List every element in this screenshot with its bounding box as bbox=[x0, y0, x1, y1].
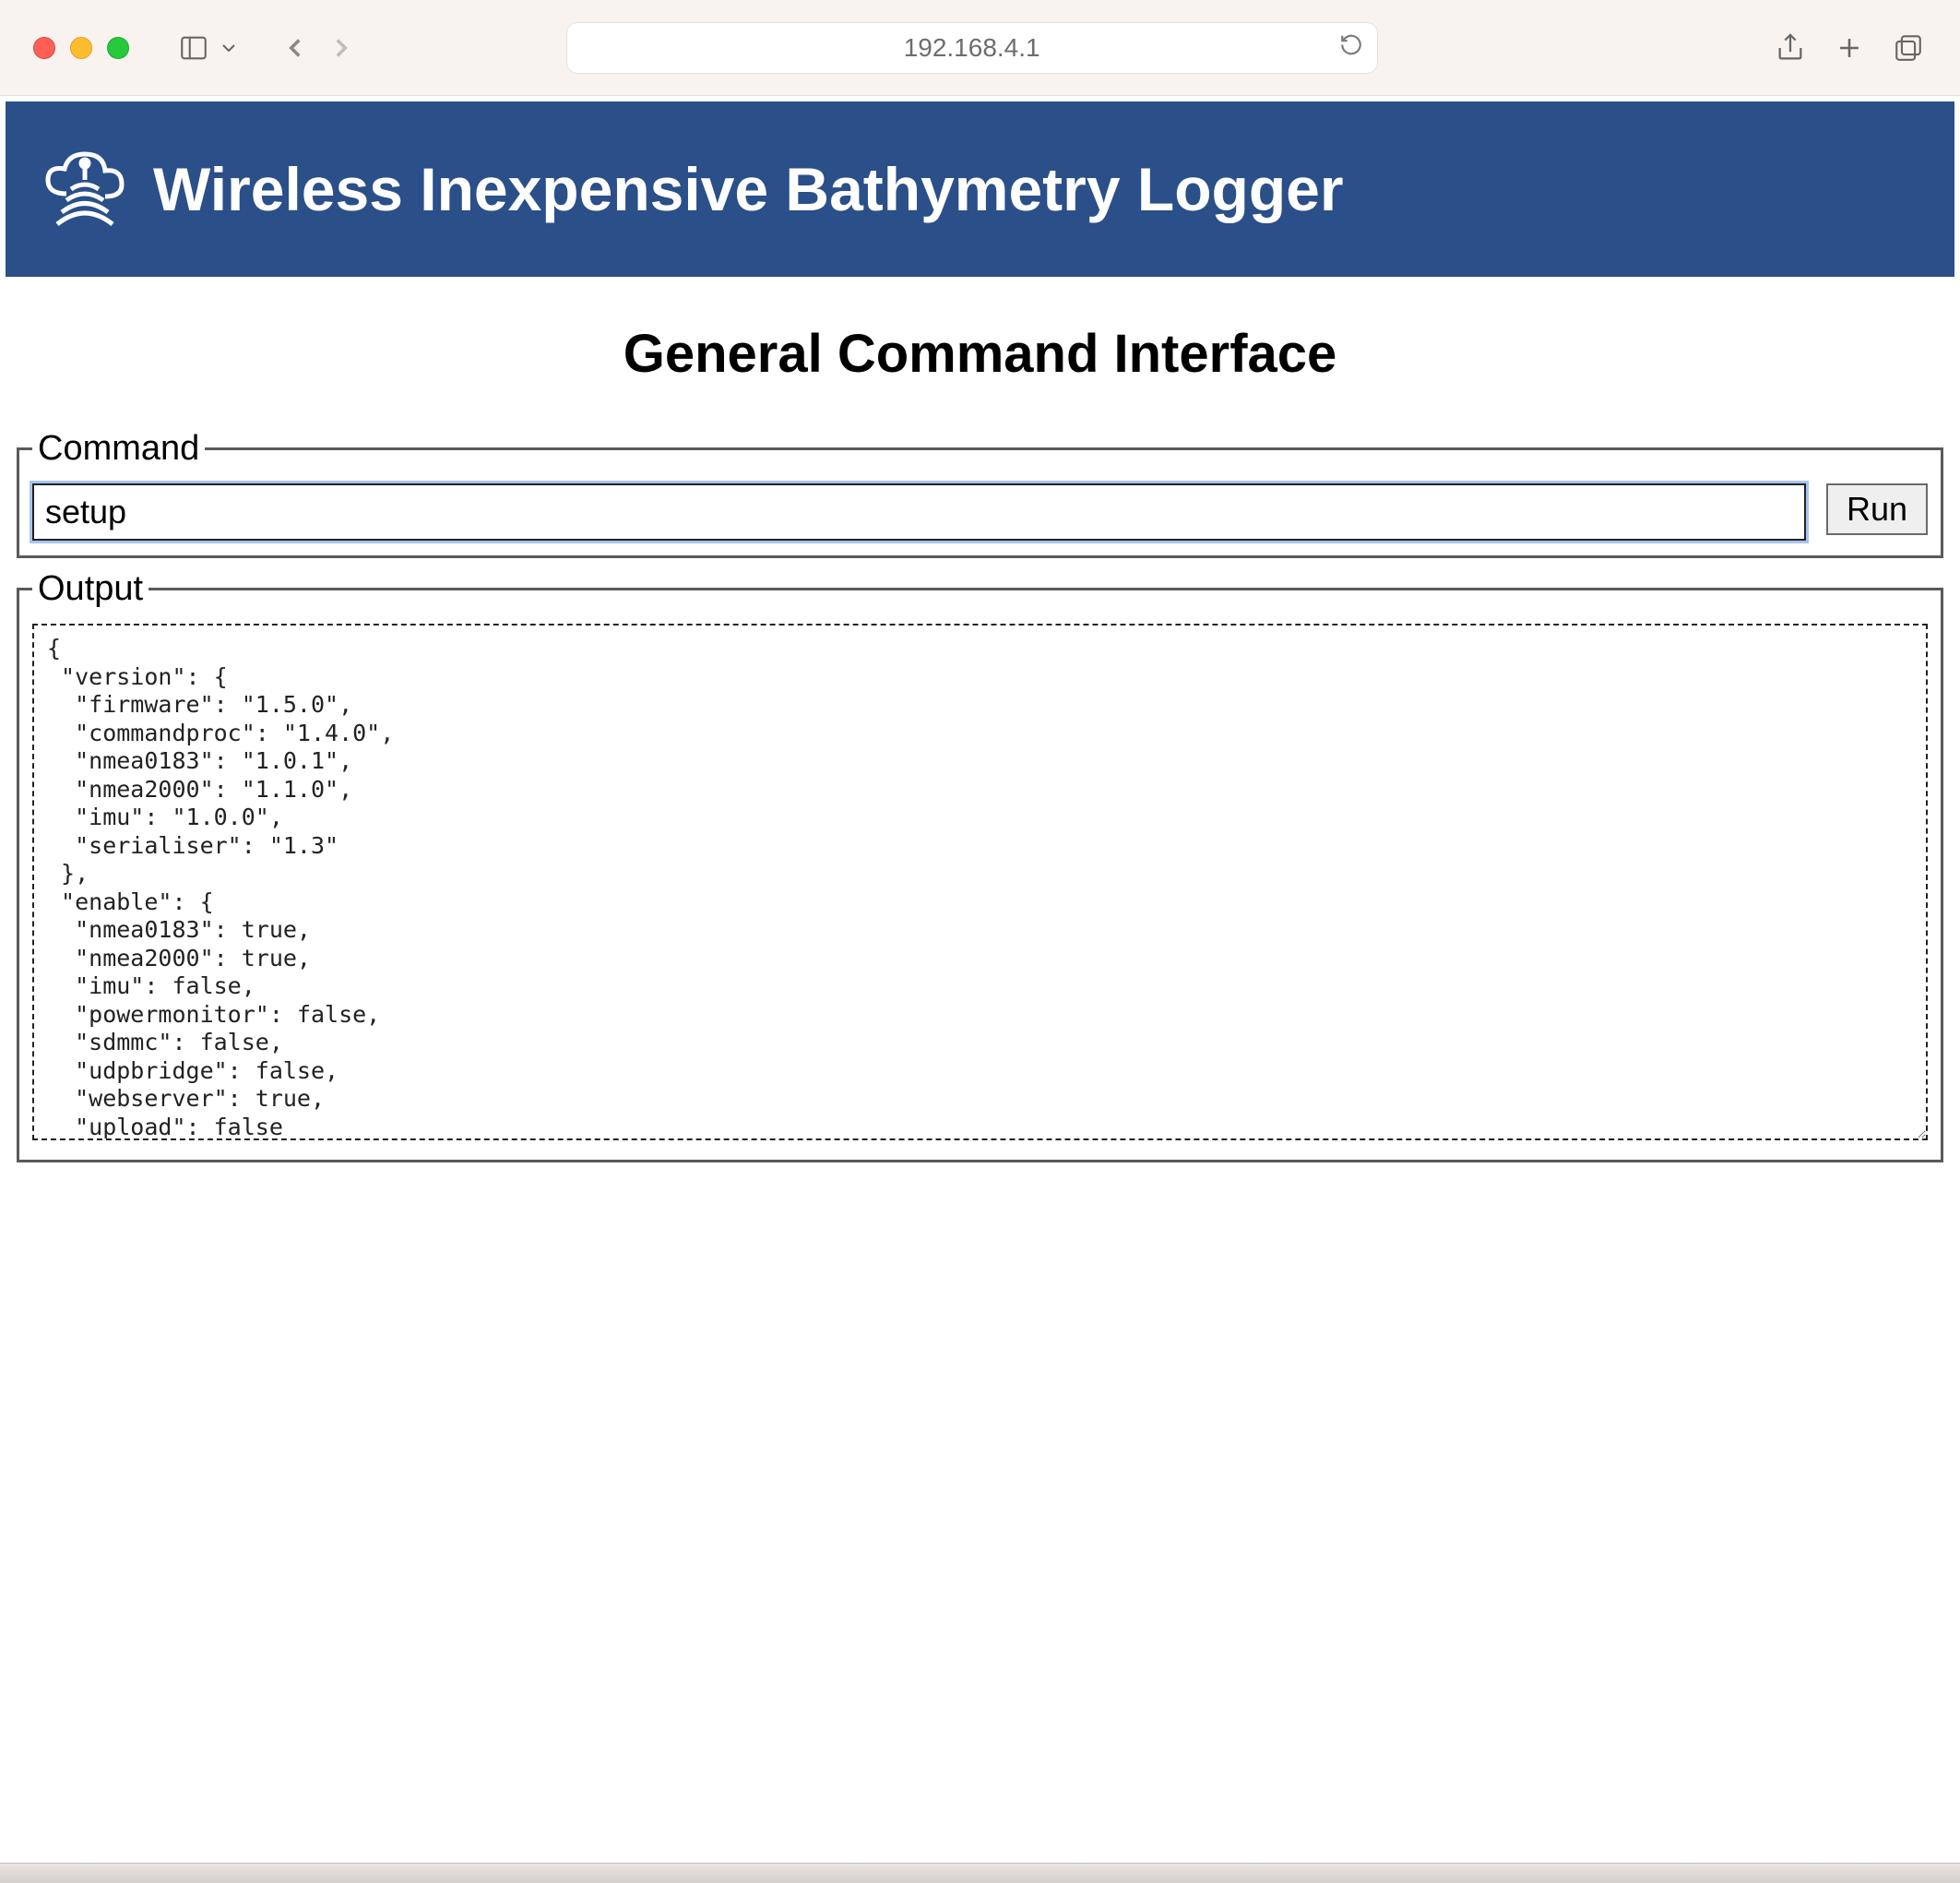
close-window-button[interactable] bbox=[33, 37, 55, 59]
command-legend: Command bbox=[32, 429, 205, 469]
forward-button[interactable] bbox=[323, 30, 360, 66]
url-text: 192.168.4.1 bbox=[904, 33, 1040, 63]
page-heading: General Command Interface bbox=[6, 282, 1954, 418]
cloud-sonar-logo-icon bbox=[39, 143, 131, 235]
command-input[interactable] bbox=[32, 483, 1806, 541]
output-fieldset: Output bbox=[17, 569, 1943, 1162]
new-tab-icon[interactable] bbox=[1831, 30, 1868, 66]
tabs-overview-icon[interactable] bbox=[1890, 30, 1927, 66]
reload-icon[interactable] bbox=[1339, 32, 1363, 63]
address-bar[interactable]: 192.168.4.1 bbox=[566, 22, 1378, 74]
right-toolbar bbox=[1772, 30, 1927, 66]
share-icon[interactable] bbox=[1772, 30, 1809, 66]
output-textarea[interactable] bbox=[32, 624, 1928, 1140]
app-banner: Wireless Inexpensive Bathymetry Logger bbox=[6, 101, 1954, 277]
window-horizontal-scrollbar[interactable] bbox=[0, 1863, 1960, 1883]
chevron-down-icon[interactable] bbox=[218, 30, 240, 66]
back-button[interactable] bbox=[277, 30, 314, 66]
command-fieldset: Command Run bbox=[17, 429, 1943, 558]
window-controls bbox=[33, 37, 129, 59]
run-button[interactable]: Run bbox=[1826, 483, 1928, 535]
sidebar-toggle-icon[interactable] bbox=[175, 30, 212, 66]
browser-toolbar: 192.168.4.1 bbox=[0, 0, 1960, 96]
minimize-window-button[interactable] bbox=[70, 37, 92, 59]
output-legend: Output bbox=[32, 569, 148, 609]
navigation-buttons bbox=[277, 30, 360, 66]
fullscreen-window-button[interactable] bbox=[107, 37, 129, 59]
app-title: Wireless Inexpensive Bathymetry Logger bbox=[153, 154, 1344, 224]
